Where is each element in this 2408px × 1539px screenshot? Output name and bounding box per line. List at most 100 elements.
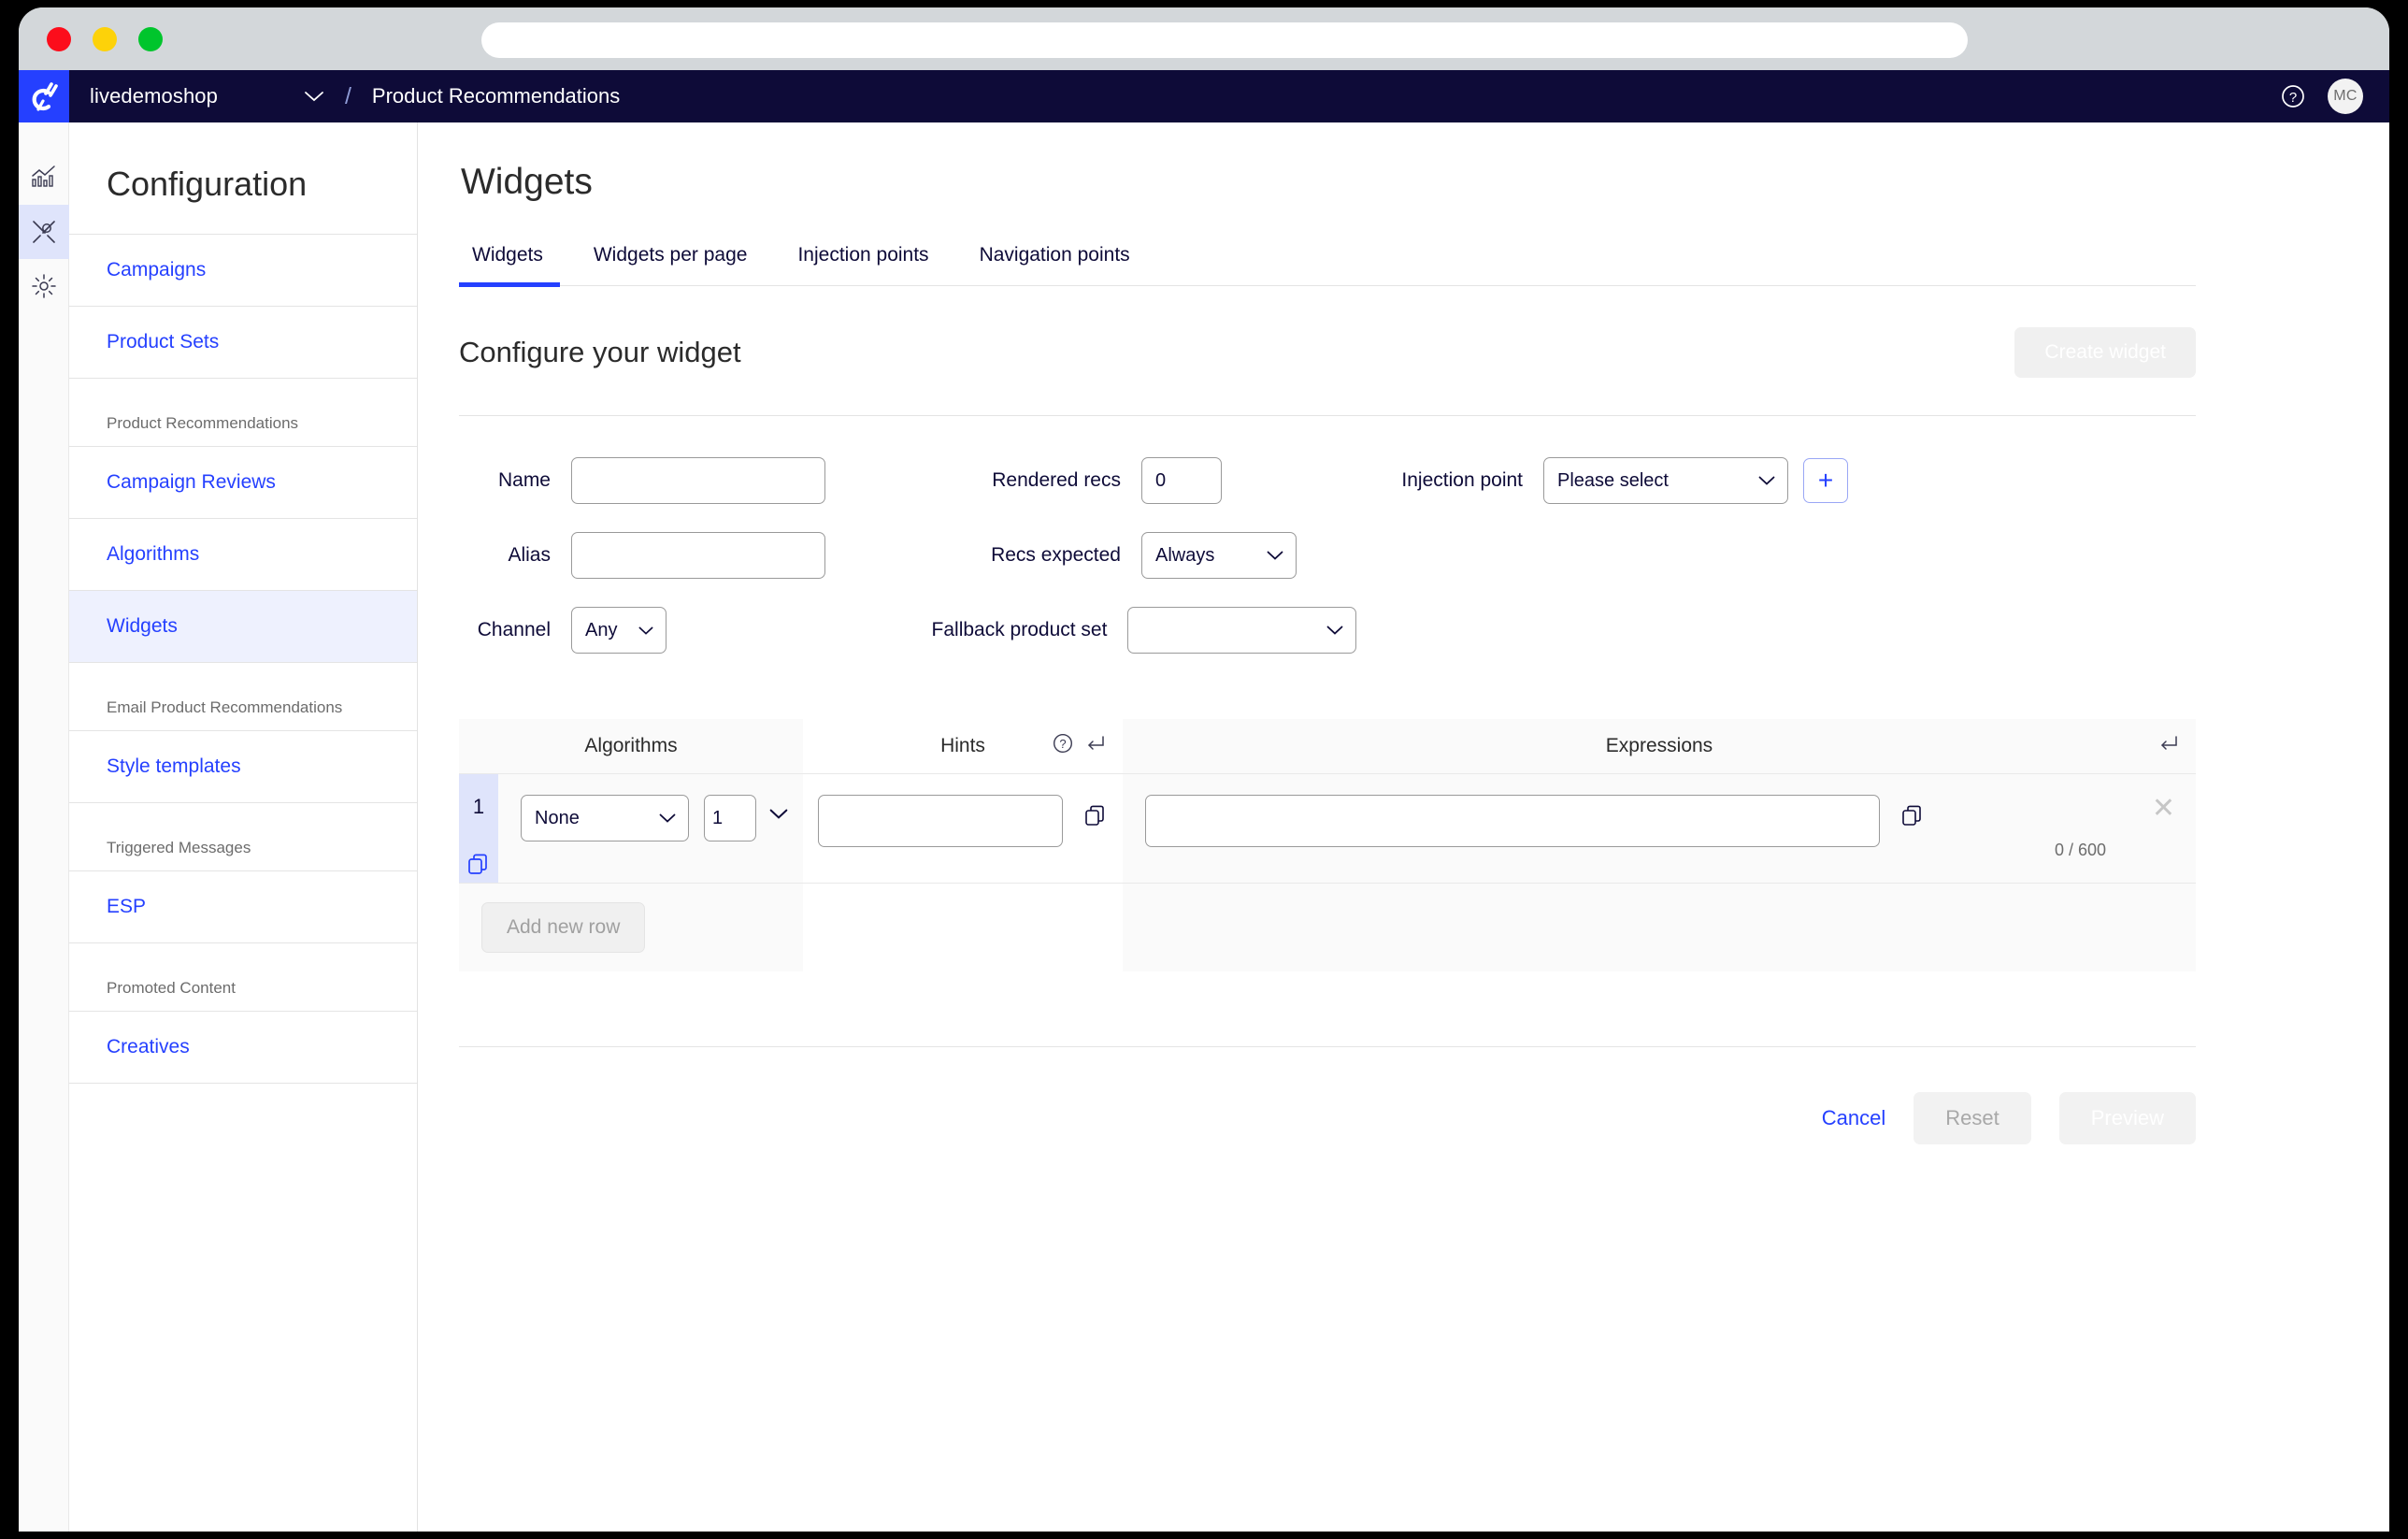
maximize-window-button[interactable] bbox=[138, 26, 163, 51]
footer-spacer-expressions bbox=[1123, 884, 2196, 971]
form-actions: Cancel Reset Preview bbox=[459, 1092, 2196, 1144]
column-header-hints-label: Hints bbox=[940, 735, 985, 756]
sidebar-item-product-sets[interactable]: Product Sets bbox=[69, 307, 417, 379]
hints-cell bbox=[803, 774, 1123, 883]
column-header-expressions: Expressions bbox=[1123, 719, 2196, 773]
sidebar-item-creatives[interactable]: Creatives bbox=[69, 1012, 417, 1084]
divider-bottom bbox=[459, 1046, 2196, 1047]
close-window-button[interactable] bbox=[47, 26, 71, 51]
copy-hints-icon[interactable] bbox=[1083, 804, 1108, 833]
channel-value: Any bbox=[585, 619, 618, 640]
icon-rail bbox=[19, 122, 69, 1532]
rail-item-settings[interactable] bbox=[19, 259, 69, 313]
rail-item-analytics[interactable] bbox=[19, 151, 69, 205]
page-title: Widgets bbox=[461, 162, 593, 202]
shop-name[interactable]: livedemoshop bbox=[90, 84, 218, 108]
chevron-down-icon bbox=[1326, 620, 1343, 641]
expressions-header-icons bbox=[2158, 733, 2179, 759]
add-injection-point-button[interactable]: + bbox=[1803, 458, 1848, 503]
expression-textarea[interactable] bbox=[1145, 795, 1880, 847]
cancel-link[interactable]: Cancel bbox=[1822, 1106, 1885, 1130]
tab-injection-points[interactable]: Injection points bbox=[775, 244, 951, 285]
svg-text:?: ? bbox=[1059, 737, 1066, 751]
avatar[interactable]: MC bbox=[2328, 79, 2363, 114]
alias-label: Alias bbox=[508, 544, 551, 566]
enter-arrow-icon[interactable] bbox=[1085, 733, 1106, 759]
sidebar-item-algorithms[interactable]: Algorithms bbox=[69, 519, 417, 591]
help-circle-icon[interactable]: ? bbox=[1052, 732, 1074, 760]
question-circle-icon[interactable]: ? bbox=[2279, 82, 2307, 110]
preview-button[interactable]: Preview bbox=[2058, 1092, 2196, 1144]
chevron-down-icon bbox=[659, 808, 676, 829]
injection-point-label: Injection point bbox=[1401, 469, 1523, 491]
reset-button[interactable]: Reset bbox=[1914, 1092, 2031, 1144]
row-number-cell: 1 bbox=[459, 774, 498, 883]
enter-arrow-icon[interactable] bbox=[2158, 733, 2179, 759]
sidebar-item-campaign-reviews[interactable]: Campaign Reviews bbox=[69, 447, 417, 519]
topbar-actions: ? MC bbox=[2279, 70, 2363, 122]
algorithm-count-input[interactable] bbox=[704, 795, 756, 841]
rendered-recs-input[interactable] bbox=[1141, 457, 1222, 504]
table-footer: Add new row bbox=[459, 883, 2196, 971]
shop-chevron-down-icon[interactable] bbox=[304, 90, 324, 103]
count-chevron-down-icon[interactable] bbox=[769, 808, 788, 825]
fallback-product-set-select[interactable] bbox=[1127, 607, 1356, 654]
algorithm-value: None bbox=[535, 807, 580, 828]
table-row: 1 None 1 0 / 600 ✕ bbox=[459, 773, 2196, 883]
main-content: Widgets Widgets Widgets per page Injecti… bbox=[418, 122, 2389, 1532]
tab-widgets[interactable]: Widgets bbox=[459, 244, 566, 287]
copy-expression-icon[interactable] bbox=[1900, 804, 1925, 833]
browser-chrome bbox=[19, 7, 2389, 70]
add-new-row-button[interactable]: Add new row bbox=[481, 902, 646, 953]
fallback-product-set-label: Fallback product set bbox=[931, 619, 1108, 640]
algorithm-cell: None bbox=[498, 774, 803, 883]
address-bar[interactable] bbox=[481, 22, 1968, 58]
create-widget-button[interactable]: Create widget bbox=[2014, 327, 2196, 378]
channel-label: Channel bbox=[477, 619, 551, 640]
chevron-down-icon bbox=[1267, 545, 1283, 567]
sidebar-title: Configuration bbox=[69, 122, 417, 235]
breadcrumb: Product Recommendations bbox=[371, 84, 621, 108]
channel-select[interactable]: Any bbox=[571, 607, 666, 654]
injection-point-value: Please select bbox=[1557, 469, 1669, 491]
section-title: Configure your widget bbox=[459, 336, 741, 368]
sidebar-item-style-templates[interactable]: Style templates bbox=[69, 731, 417, 803]
channel-field-group: Channel Any bbox=[459, 607, 833, 654]
algorithm-select[interactable]: None bbox=[521, 795, 689, 841]
app-top-bar: livedemoshop / Product Recommendations ?… bbox=[19, 70, 2389, 122]
divider bbox=[459, 415, 2196, 416]
chevron-down-icon bbox=[638, 620, 653, 641]
sidebar-heading-promoted-content: Promoted Content bbox=[69, 943, 417, 1012]
sidebar-heading-triggered-messages: Triggered Messages bbox=[69, 803, 417, 871]
brand-logo-icon[interactable] bbox=[19, 70, 69, 122]
hints-textarea[interactable] bbox=[818, 795, 1063, 847]
configuration-sidebar: Configuration Campaigns Product Sets Pro… bbox=[69, 122, 418, 1532]
injection-point-select[interactable]: Please select bbox=[1543, 457, 1788, 504]
rail-item-tools[interactable] bbox=[19, 205, 69, 259]
sidebar-item-esp[interactable]: ESP bbox=[69, 871, 417, 943]
recs-expected-group: Recs expected Always bbox=[833, 532, 1356, 579]
remove-row-icon[interactable]: ✕ bbox=[2152, 795, 2175, 823]
row-number: 1 bbox=[472, 795, 485, 818]
column-header-algorithms: Algorithms bbox=[459, 719, 803, 773]
injection-point-group: Injection point Please select + bbox=[1356, 457, 2196, 504]
sidebar-item-campaigns[interactable]: Campaigns bbox=[69, 235, 417, 307]
widget-form: Name Rendered recs Injection point Pleas… bbox=[459, 457, 2196, 654]
tab-widgets-per-page[interactable]: Widgets per page bbox=[571, 244, 770, 285]
sidebar-item-widgets[interactable]: Widgets bbox=[69, 591, 417, 663]
recs-expected-select[interactable]: Always bbox=[1141, 532, 1297, 579]
name-input[interactable] bbox=[571, 457, 825, 504]
minimize-window-button[interactable] bbox=[93, 26, 117, 51]
alias-field-group: Alias bbox=[459, 532, 833, 579]
tab-bar: Widgets Widgets per page Injection point… bbox=[459, 244, 2196, 287]
tab-navigation-points[interactable]: Navigation points bbox=[957, 244, 1153, 285]
alias-input[interactable] bbox=[571, 532, 825, 579]
sidebar-heading-email-product-recommendations: Email Product Recommendations bbox=[69, 663, 417, 731]
table-header-row: Algorithms Hints ? Expressions bbox=[459, 719, 2196, 773]
add-row-cell: Add new row bbox=[459, 884, 803, 971]
duplicate-row-icon[interactable] bbox=[466, 853, 491, 882]
expression-cell bbox=[1123, 774, 2196, 883]
name-label: Name bbox=[497, 469, 551, 491]
traffic-lights bbox=[47, 26, 163, 51]
